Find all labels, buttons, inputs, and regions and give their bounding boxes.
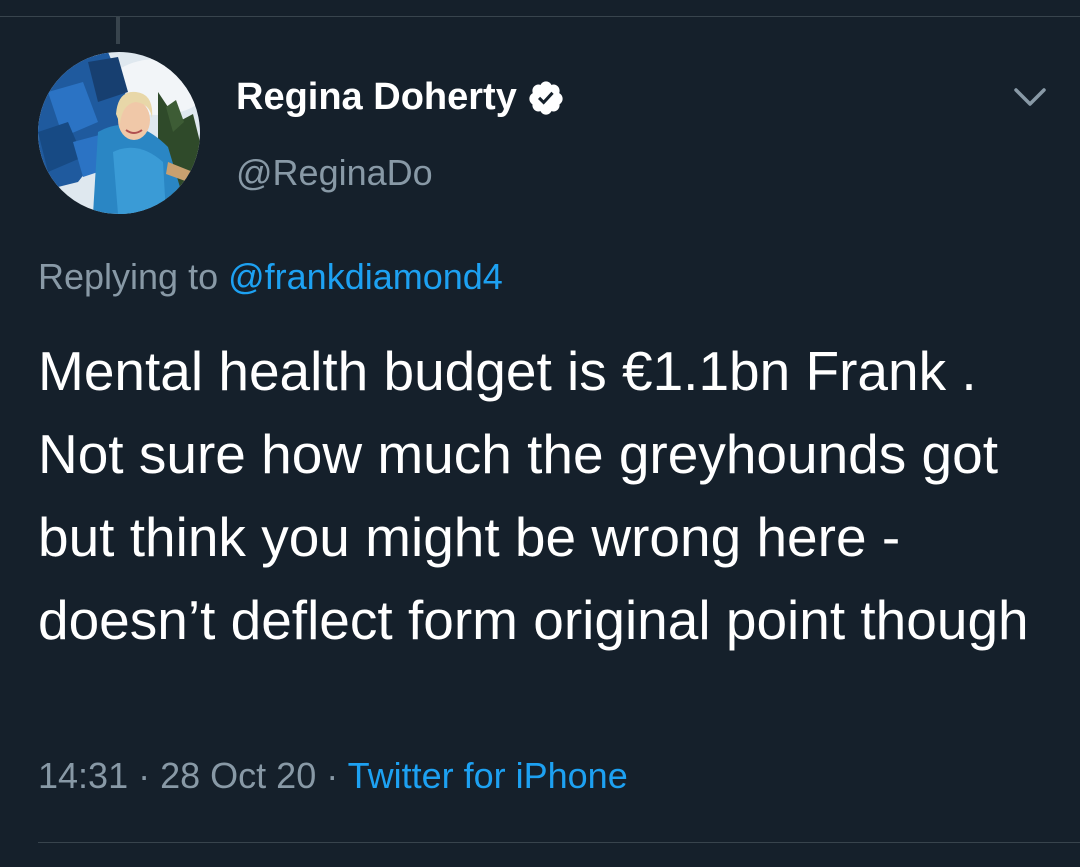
meta-separator: · xyxy=(138,755,151,796)
thread-connector-line xyxy=(116,16,120,44)
display-name[interactable]: Regina Doherty xyxy=(236,76,517,119)
top-divider xyxy=(0,16,1080,17)
avatar[interactable] xyxy=(38,52,200,214)
replying-to-handle-link[interactable]: @frankdiamond4 xyxy=(228,256,503,297)
tweet-date[interactable]: 28 Oct 20 xyxy=(160,755,316,796)
meta-separator: · xyxy=(326,755,339,796)
avatar-image xyxy=(38,52,200,214)
replying-to-line: Replying to @frankdiamond4 xyxy=(38,256,503,298)
tweet-time[interactable]: 14:31 xyxy=(38,755,128,796)
bottom-divider xyxy=(38,842,1080,843)
tweet-meta: 14:31 · 28 Oct 20 · Twitter for iPhone xyxy=(38,755,628,797)
replying-to-prefix: Replying to xyxy=(38,256,219,297)
name-row[interactable]: Regina Doherty xyxy=(236,76,565,119)
tweet-text: Mental health budget is €1.1bn Frank . N… xyxy=(38,340,1029,651)
chevron-down-icon[interactable] xyxy=(1010,80,1050,114)
tweet-source-link[interactable]: Twitter for iPhone xyxy=(348,755,628,796)
verified-badge-icon xyxy=(527,79,565,117)
user-handle[interactable]: @ReginaDo xyxy=(236,152,433,194)
